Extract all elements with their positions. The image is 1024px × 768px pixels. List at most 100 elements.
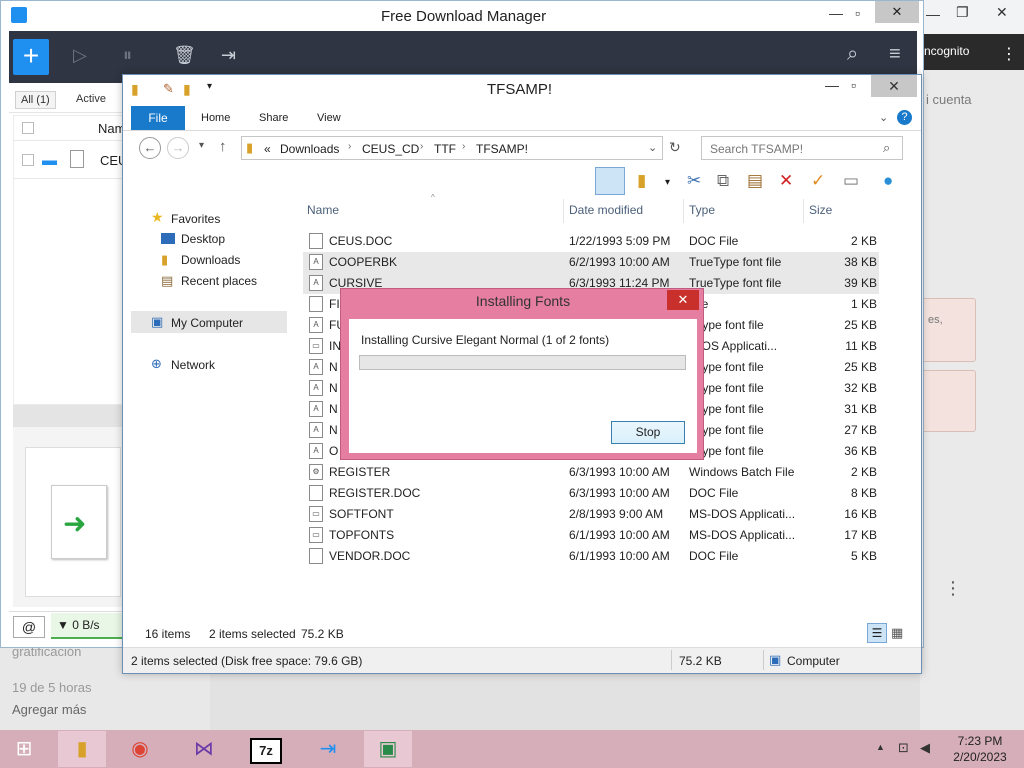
show-hidden-icons[interactable]: ▲ (876, 742, 885, 752)
recent-locations-icon[interactable]: ▾ (199, 140, 204, 151)
properties-icon[interactable]: ✎ (163, 81, 174, 97)
search-input[interactable]: Search TFSAMP! (701, 136, 903, 160)
file-row[interactable]: VENDOR.DOC 6/1/1993 10:00 AM DOC File 5 KB (303, 546, 879, 567)
nav-my-computer[interactable]: My Computer (171, 316, 243, 330)
tab-share[interactable]: Share (259, 112, 288, 124)
column-header-name[interactable]: Name (307, 203, 339, 217)
close-icon[interactable]: ✕ (875, 1, 919, 23)
back-button[interactable]: ← (139, 137, 161, 159)
browser-menu-icon[interactable]: ⋮ (1001, 44, 1017, 64)
explorer-window-title: TFSAMP! (487, 81, 553, 98)
column-header-type[interactable]: Type (689, 203, 715, 217)
details-view-icon[interactable]: ☰ (867, 623, 887, 643)
nav-favorites[interactable]: Favorites (171, 212, 220, 226)
checkmark-icon[interactable]: ✓ (811, 171, 825, 191)
breadcrumb-tfsamp[interactable]: TFSAMP! (476, 142, 528, 156)
delete-icon[interactable]: 🗑 (173, 45, 196, 66)
chevron-right-icon[interactable]: › (420, 141, 423, 152)
chevron-down-icon[interactable]: ▾ (665, 177, 670, 188)
minimize-icon[interactable]: — (926, 6, 940, 22)
column-header-date[interactable]: Date modified (569, 203, 643, 217)
paste-icon[interactable]: ▤ (747, 171, 763, 191)
move-icon[interactable]: ⇥ (221, 45, 236, 66)
search-icon[interactable]: ⌕ (883, 140, 890, 156)
file-row[interactable]: ⚙ REGISTER 6/3/1993 10:00 AM Windows Batch … (303, 462, 879, 483)
help-icon[interactable]: ? (897, 110, 912, 125)
menu-icon[interactable]: ≡ (889, 43, 901, 66)
close-icon[interactable]: ✕ (871, 75, 917, 97)
tab-all[interactable]: All (1) (15, 91, 56, 109)
chevron-down-icon[interactable]: ⌄ (648, 141, 657, 154)
refresh-icon[interactable]: ↻ (669, 139, 681, 156)
row-checkbox[interactable] (22, 154, 34, 166)
more-options-icon[interactable]: ⋮ (944, 578, 962, 599)
address-bar[interactable]: ▮ « Downloads › CEUS_CD › TTF › TFSAMP! … (241, 136, 663, 160)
nav-recent-places[interactable]: Recent places (181, 274, 257, 288)
file-app-icon: ▭ (309, 506, 323, 522)
preview-pane-icon[interactable] (595, 167, 625, 195)
cut-icon[interactable]: ✂ (687, 171, 701, 191)
volume-icon[interactable]: ◀ (920, 740, 930, 756)
customize-quick-access-icon[interactable]: ▾ (207, 81, 212, 92)
file-icon (70, 150, 84, 168)
maximize-icon[interactable]: ▫ (855, 5, 860, 21)
play-icon[interactable]: ▷ (73, 45, 87, 66)
chevron-right-icon[interactable]: › (462, 141, 465, 152)
delete-icon[interactable]: ✕ (779, 171, 793, 191)
file-row[interactable]: ▭ TOPFONTS 6/1/1993 10:00 AM MS-DOS Applica… (303, 525, 879, 546)
folder-options-icon[interactable]: ▮ (637, 171, 646, 191)
file-row[interactable]: REGISTER.DOC 6/3/1993 10:00 AM DOC File 8 K… (303, 483, 879, 504)
breadcrumb-ceus-cd[interactable]: CEUS_CD (362, 142, 419, 156)
select-all-checkbox[interactable] (22, 122, 34, 134)
breadcrumb-overflow[interactable]: « (264, 142, 271, 156)
nav-downloads[interactable]: Downloads (181, 253, 240, 267)
fdm-taskbar-icon[interactable]: ⇥ (304, 731, 352, 767)
nav-network[interactable]: Network (171, 358, 215, 372)
properties-icon[interactable]: ▭ (843, 171, 859, 191)
tab-file[interactable]: File (131, 106, 185, 130)
breadcrumb-ttf[interactable]: TTF (434, 142, 456, 156)
snail-mode-icon[interactable]: @ (13, 616, 45, 638)
minimize-icon[interactable]: — (825, 77, 839, 93)
breadcrumb-downloads[interactable]: Downloads (280, 142, 339, 156)
file-row[interactable]: CEUS.DOC 1/22/1993 5:09 PM DOC File 2 KB (303, 231, 879, 252)
expand-ribbon-icon[interactable]: ⌄ (879, 111, 888, 124)
clock[interactable]: 7:23 PM 2/20/2023 (940, 733, 1020, 765)
network-icon[interactable]: ⊡ (898, 740, 909, 756)
fdm-download-list: Nam ▬ CEU (13, 115, 128, 405)
column-header-size[interactable]: Size (809, 203, 832, 217)
start-button[interactable]: ⊞ (0, 731, 48, 767)
nav-desktop[interactable]: Desktop (181, 232, 225, 246)
file-explorer-taskbar-icon[interactable]: ▮ (58, 731, 106, 767)
add-download-button[interactable]: + (13, 39, 49, 75)
file-size: 2 KB (850, 234, 877, 248)
stop-button[interactable]: Stop (611, 421, 685, 444)
visual-studio-taskbar-icon[interactable]: ⋈ (180, 731, 228, 767)
background-link[interactable]: Agregar más (12, 702, 86, 717)
file-row[interactable]: A COOPERBK 6/2/1993 10:00 AM TrueType font … (303, 252, 879, 273)
chevron-right-icon[interactable]: › (348, 141, 351, 152)
folder-icon[interactable]: ▬ (42, 152, 57, 169)
close-icon[interactable]: ✕ (667, 290, 699, 310)
selected-count: 2 items selected (209, 627, 296, 641)
tab-view[interactable]: View (317, 112, 341, 124)
file-row[interactable]: ▭ SOFTFONT 2/8/1993 9:00 AM MS-DOS Applicat… (303, 504, 879, 525)
close-icon[interactable]: ✕ (996, 4, 1008, 21)
pause-icon[interactable]: ⏸ (123, 45, 132, 66)
globe-icon[interactable]: ● (883, 171, 893, 191)
copy-icon[interactable]: ⧉ (717, 171, 729, 191)
new-folder-icon[interactable]: ▮ (183, 81, 191, 98)
minimize-icon[interactable]: — (829, 5, 843, 21)
tab-active[interactable]: Active (71, 91, 111, 107)
maximize-icon[interactable]: ▫ (851, 77, 856, 93)
font-viewer-taskbar-icon[interactable]: ▣ (364, 731, 412, 767)
7zip-taskbar-icon[interactable]: 7z (242, 731, 290, 767)
chrome-taskbar-icon[interactable]: ◉ (116, 731, 164, 767)
restore-icon[interactable]: ❐ (956, 4, 969, 21)
forward-button[interactable]: → (167, 137, 189, 159)
large-icons-view-icon[interactable]: ▦ (891, 625, 903, 641)
search-icon[interactable]: ⌕ (847, 43, 858, 66)
tab-home[interactable]: Home (201, 112, 230, 124)
up-button[interactable]: ↑ (219, 138, 227, 155)
incognito-label[interactable]: ncognito (924, 44, 969, 58)
